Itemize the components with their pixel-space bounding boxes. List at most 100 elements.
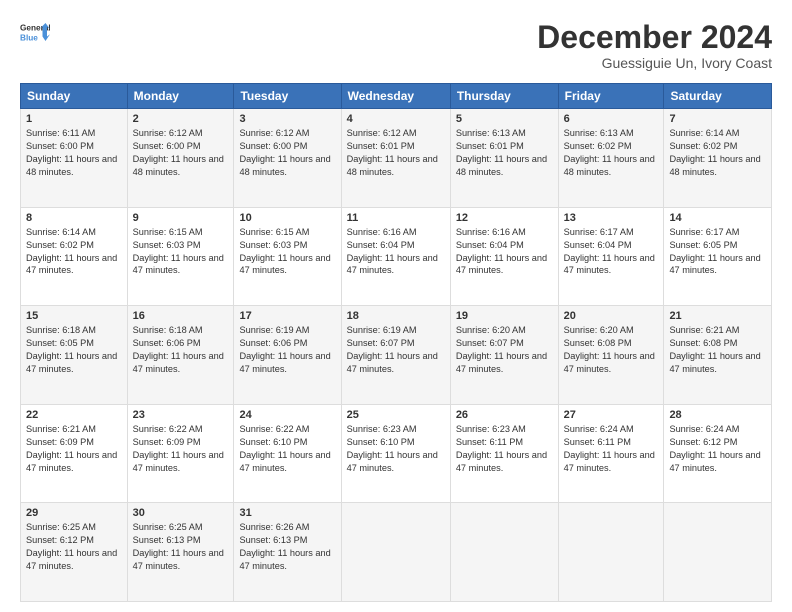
table-row: 17 Sunrise: 6:19 AMSunset: 6:06 PMDayligh… bbox=[234, 306, 341, 405]
day-number: 4 bbox=[347, 113, 445, 125]
calendar: Sunday Monday Tuesday Wednesday Thursday… bbox=[20, 83, 772, 602]
day-info: Sunrise: 6:11 AMSunset: 6:00 PMDaylight:… bbox=[26, 127, 122, 179]
day-number: 31 bbox=[239, 507, 335, 519]
day-number: 9 bbox=[133, 212, 229, 224]
day-number: 12 bbox=[456, 212, 553, 224]
calendar-week-row: 1 Sunrise: 6:11 AMSunset: 6:00 PMDaylight… bbox=[21, 109, 772, 208]
calendar-week-row: 29 Sunrise: 6:25 AMSunset: 6:12 PMDayligh… bbox=[21, 503, 772, 602]
day-number: 1 bbox=[26, 113, 122, 125]
logo-icon: General Blue bbox=[20, 20, 50, 50]
day-number: 18 bbox=[347, 310, 445, 322]
table-row: 7Sunrise: 6:14 AMSunset: 6:02 PMDaylight… bbox=[664, 109, 772, 208]
day-number: 17 bbox=[239, 310, 335, 322]
table-row: 30 Sunrise: 6:25 AMSunset: 6:13 PMDayligh… bbox=[127, 503, 234, 602]
day-number: 15 bbox=[26, 310, 122, 322]
table-row: 8 Sunrise: 6:14 AMSunset: 6:02 PMDaylight… bbox=[21, 207, 128, 306]
day-info: Sunrise: 6:20 AMSunset: 6:08 PMDaylight:… bbox=[564, 324, 659, 376]
day-number: 5 bbox=[456, 113, 553, 125]
col-monday: Monday bbox=[127, 84, 234, 109]
day-number: 26 bbox=[456, 409, 553, 421]
calendar-header-row: Sunday Monday Tuesday Wednesday Thursday… bbox=[21, 84, 772, 109]
col-thursday: Thursday bbox=[450, 84, 558, 109]
day-info: Sunrise: 6:13 AMSunset: 6:01 PMDaylight:… bbox=[456, 127, 553, 179]
day-number: 25 bbox=[347, 409, 445, 421]
table-row: 26 Sunrise: 6:23 AMSunset: 6:11 PMDayligh… bbox=[450, 404, 558, 503]
calendar-body: 1 Sunrise: 6:11 AMSunset: 6:00 PMDaylight… bbox=[21, 109, 772, 602]
location: Guessiguie Un, Ivory Coast bbox=[537, 55, 772, 71]
day-info: Sunrise: 6:24 AMSunset: 6:12 PMDaylight:… bbox=[669, 423, 766, 475]
day-number: 6 bbox=[564, 113, 659, 125]
col-saturday: Saturday bbox=[664, 84, 772, 109]
calendar-week-row: 8 Sunrise: 6:14 AMSunset: 6:02 PMDaylight… bbox=[21, 207, 772, 306]
table-row: 28 Sunrise: 6:24 AMSunset: 6:12 PMDayligh… bbox=[664, 404, 772, 503]
day-number: 27 bbox=[564, 409, 659, 421]
table-row: 25 Sunrise: 6:23 AMSunset: 6:10 PMDayligh… bbox=[341, 404, 450, 503]
day-number: 28 bbox=[669, 409, 766, 421]
day-number: 19 bbox=[456, 310, 553, 322]
table-row: 18Sunrise: 6:19 AMSunset: 6:07 PMDayligh… bbox=[341, 306, 450, 405]
col-tuesday: Tuesday bbox=[234, 84, 341, 109]
day-number: 29 bbox=[26, 507, 122, 519]
table-row: 5 Sunrise: 6:13 AMSunset: 6:01 PMDaylight… bbox=[450, 109, 558, 208]
table-row: 24 Sunrise: 6:22 AMSunset: 6:10 PMDayligh… bbox=[234, 404, 341, 503]
table-row: 21 Sunrise: 6:21 AMSunset: 6:08 PMDayligh… bbox=[664, 306, 772, 405]
logo: General Blue bbox=[20, 20, 50, 50]
title-block: December 2024 Guessiguie Un, Ivory Coast bbox=[537, 20, 772, 71]
day-info: Sunrise: 6:22 AMSunset: 6:09 PMDaylight:… bbox=[133, 423, 229, 475]
col-friday: Friday bbox=[558, 84, 664, 109]
day-info: Sunrise: 6:23 AMSunset: 6:11 PMDaylight:… bbox=[456, 423, 553, 475]
day-info: Sunrise: 6:21 AMSunset: 6:08 PMDaylight:… bbox=[669, 324, 766, 376]
table-row: 31 Sunrise: 6:26 AMSunset: 6:13 PMDayligh… bbox=[234, 503, 341, 602]
day-number: 21 bbox=[669, 310, 766, 322]
day-number: 20 bbox=[564, 310, 659, 322]
table-row: 1 Sunrise: 6:11 AMSunset: 6:00 PMDaylight… bbox=[21, 109, 128, 208]
col-wednesday: Wednesday bbox=[341, 84, 450, 109]
day-number: 11 bbox=[347, 212, 445, 224]
day-info: Sunrise: 6:21 AMSunset: 6:09 PMDaylight:… bbox=[26, 423, 122, 475]
table-row bbox=[664, 503, 772, 602]
day-info: Sunrise: 6:20 AMSunset: 6:07 PMDaylight:… bbox=[456, 324, 553, 376]
day-info: Sunrise: 6:25 AMSunset: 6:13 PMDaylight:… bbox=[133, 521, 229, 573]
day-info: Sunrise: 6:23 AMSunset: 6:10 PMDaylight:… bbox=[347, 423, 445, 475]
day-number: 3 bbox=[239, 113, 335, 125]
day-info: Sunrise: 6:16 AMSunset: 6:04 PMDaylight:… bbox=[456, 226, 553, 278]
day-info: Sunrise: 6:19 AMSunset: 6:06 PMDaylight:… bbox=[239, 324, 335, 376]
table-row: 22 Sunrise: 6:21 AMSunset: 6:09 PMDayligh… bbox=[21, 404, 128, 503]
table-row: 3 Sunrise: 6:12 AMSunset: 6:00 PMDaylight… bbox=[234, 109, 341, 208]
day-info: Sunrise: 6:12 AMSunset: 6:00 PMDaylight:… bbox=[239, 127, 335, 179]
month-year: December 2024 bbox=[537, 20, 772, 55]
table-row bbox=[450, 503, 558, 602]
day-info: Sunrise: 6:16 AMSunset: 6:04 PMDaylight:… bbox=[347, 226, 445, 278]
col-sunday: Sunday bbox=[21, 84, 128, 109]
day-info: Sunrise: 6:12 AMSunset: 6:01 PMDaylight:… bbox=[347, 127, 445, 179]
table-row: 6Sunrise: 6:13 AMSunset: 6:02 PMDaylight… bbox=[558, 109, 664, 208]
day-number: 13 bbox=[564, 212, 659, 224]
day-info: Sunrise: 6:22 AMSunset: 6:10 PMDaylight:… bbox=[239, 423, 335, 475]
day-info: Sunrise: 6:14 AMSunset: 6:02 PMDaylight:… bbox=[26, 226, 122, 278]
table-row: 16Sunrise: 6:18 AMSunset: 6:06 PMDayligh… bbox=[127, 306, 234, 405]
day-info: Sunrise: 6:17 AMSunset: 6:05 PMDaylight:… bbox=[669, 226, 766, 278]
day-number: 10 bbox=[239, 212, 335, 224]
day-info: Sunrise: 6:25 AMSunset: 6:12 PMDaylight:… bbox=[26, 521, 122, 573]
day-info: Sunrise: 6:24 AMSunset: 6:11 PMDaylight:… bbox=[564, 423, 659, 475]
table-row: 20 Sunrise: 6:20 AMSunset: 6:08 PMDayligh… bbox=[558, 306, 664, 405]
day-info: Sunrise: 6:15 AMSunset: 6:03 PMDaylight:… bbox=[239, 226, 335, 278]
header: General Blue December 2024 Guessiguie Un… bbox=[20, 20, 772, 71]
day-number: 8 bbox=[26, 212, 122, 224]
day-info: Sunrise: 6:17 AMSunset: 6:04 PMDaylight:… bbox=[564, 226, 659, 278]
table-row: 9 Sunrise: 6:15 AMSunset: 6:03 PMDaylight… bbox=[127, 207, 234, 306]
table-row: 11 Sunrise: 6:16 AMSunset: 6:04 PMDayligh… bbox=[341, 207, 450, 306]
day-info: Sunrise: 6:18 AMSunset: 6:06 PMDaylight:… bbox=[133, 324, 229, 376]
table-row: 27 Sunrise: 6:24 AMSunset: 6:11 PMDayligh… bbox=[558, 404, 664, 503]
day-number: 14 bbox=[669, 212, 766, 224]
day-info: Sunrise: 6:26 AMSunset: 6:13 PMDaylight:… bbox=[239, 521, 335, 573]
day-number: 24 bbox=[239, 409, 335, 421]
day-info: Sunrise: 6:15 AMSunset: 6:03 PMDaylight:… bbox=[133, 226, 229, 278]
page: General Blue December 2024 Guessiguie Un… bbox=[0, 0, 792, 612]
day-number: 22 bbox=[26, 409, 122, 421]
table-row: 19 Sunrise: 6:20 AMSunset: 6:07 PMDayligh… bbox=[450, 306, 558, 405]
table-row: 29 Sunrise: 6:25 AMSunset: 6:12 PMDayligh… bbox=[21, 503, 128, 602]
table-row: 2Sunrise: 6:12 AMSunset: 6:00 PMDaylight… bbox=[127, 109, 234, 208]
day-number: 30 bbox=[133, 507, 229, 519]
table-row: 12 Sunrise: 6:16 AMSunset: 6:04 PMDayligh… bbox=[450, 207, 558, 306]
